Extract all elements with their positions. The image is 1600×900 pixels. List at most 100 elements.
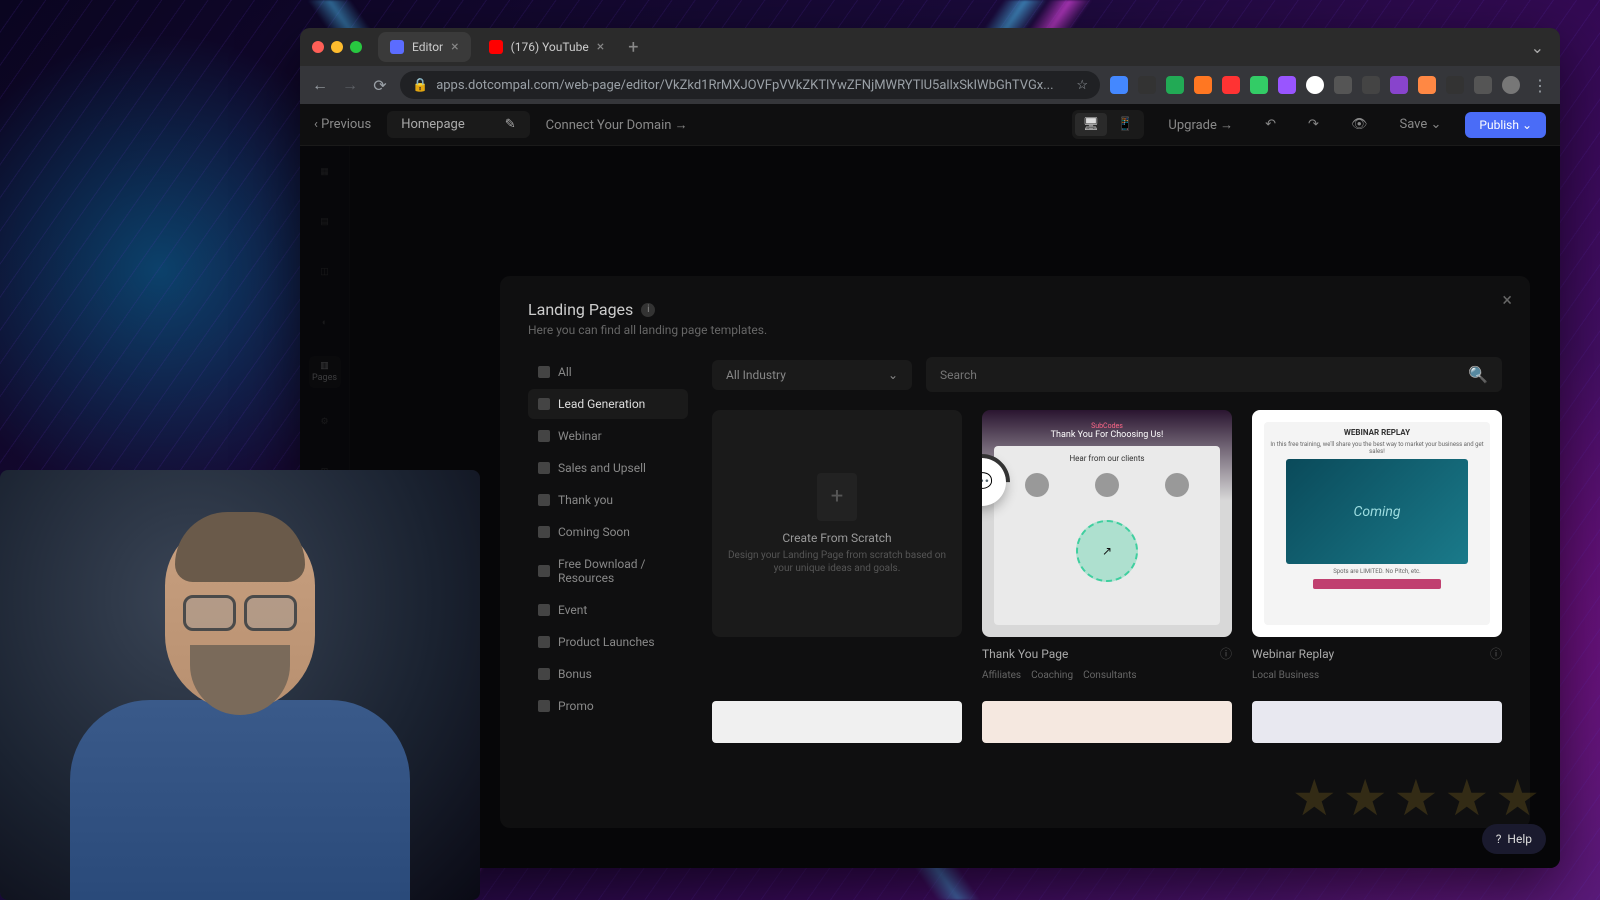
window-maximize[interactable]	[350, 41, 362, 53]
category-coming-soon[interactable]: Coming Soon	[528, 517, 688, 547]
back-icon[interactable]: ←	[310, 75, 330, 95]
category-promo[interactable]: Promo	[528, 691, 688, 721]
reload-icon[interactable]: ⟳	[370, 75, 390, 95]
star-icon[interactable]: ☆	[1076, 78, 1088, 93]
previous-button[interactable]: ‹ Previous	[314, 117, 371, 132]
mobile-view-icon[interactable]: 📱	[1109, 113, 1141, 136]
template-thumb	[982, 701, 1232, 743]
extension-icon[interactable]	[1390, 76, 1408, 94]
url-text: apps.dotcompal.com/web-page/editor/VkZkd…	[436, 78, 1053, 93]
thumb-sub: Hear from our clients	[1002, 454, 1212, 463]
category-icon	[538, 366, 550, 378]
extension-icon[interactable]	[1138, 76, 1156, 94]
upgrade-link[interactable]: Upgrade →	[1160, 113, 1241, 137]
category-icon	[538, 398, 550, 410]
edit-icon[interactable]: ✎	[505, 117, 516, 132]
extensions-menu-icon[interactable]	[1474, 76, 1492, 94]
template-content: All Industry ⌄ 🔍 Cre	[712, 357, 1502, 801]
connect-domain-link[interactable]: Connect Your Domain →	[546, 117, 688, 133]
category-sales-upsell[interactable]: Sales and Upsell	[528, 453, 688, 483]
chrome-tab-menu[interactable]: ⌄	[1523, 38, 1552, 57]
profile-avatar[interactable]	[1502, 76, 1520, 94]
page-title: Homepage	[401, 117, 465, 132]
chat-bubble-icon[interactable]: 💬	[982, 458, 1006, 506]
info-icon[interactable]: ⓘ	[1490, 645, 1502, 662]
template-card[interactable]	[1252, 701, 1502, 743]
category-free-download[interactable]: Free Download / Resources	[528, 549, 688, 593]
redo-icon[interactable]: ↷	[1300, 113, 1327, 136]
plus-document-icon	[817, 473, 857, 521]
tab-favicon	[489, 40, 503, 54]
category-event[interactable]: Event	[528, 595, 688, 625]
tag: Consultants	[1083, 670, 1137, 681]
category-icon	[538, 526, 550, 538]
template-label-row: Thank You Page ⓘ	[982, 645, 1232, 662]
tab-editor[interactable]: Editor ×	[378, 32, 471, 62]
kebab-menu-icon[interactable]: ⋮	[1530, 75, 1550, 95]
tag: Local Business	[1252, 670, 1319, 681]
category-bonus[interactable]: Bonus	[528, 659, 688, 689]
extension-icon[interactable]	[1418, 76, 1436, 94]
category-product-launches[interactable]: Product Launches	[528, 627, 688, 657]
category-icon	[538, 430, 550, 442]
publish-button[interactable]: Publish ⌄	[1465, 112, 1546, 138]
page-title-box[interactable]: Homepage ✎	[387, 111, 529, 138]
tab-close-icon[interactable]: ×	[597, 39, 604, 55]
save-button[interactable]: Save ⌄	[1391, 113, 1449, 136]
tab-close-icon[interactable]: ×	[451, 39, 458, 55]
extension-icon[interactable]	[1278, 76, 1296, 94]
tag: Affiliates	[982, 670, 1021, 681]
search-input[interactable]	[940, 368, 1460, 382]
extension-icon[interactable]	[1222, 76, 1240, 94]
template-card-webinar-replay[interactable]: WEBINAR REPLAY In this free training, we…	[1252, 410, 1502, 681]
template-card-scratch[interactable]: Create From Scratch Design your Landing …	[712, 410, 962, 681]
undo-icon[interactable]: ↶	[1257, 113, 1284, 136]
extension-icon[interactable]	[1334, 76, 1352, 94]
industry-select[interactable]: All Industry ⌄	[712, 360, 912, 390]
template-card[interactable]	[982, 701, 1232, 743]
scratch-desc: Design your Landing Page from scratch ba…	[724, 549, 950, 575]
new-tab-button[interactable]: +	[622, 37, 644, 58]
category-icon	[538, 565, 550, 577]
category-icon	[538, 494, 550, 506]
tab-strip: Editor × (176) YouTube × + ⌄	[300, 28, 1560, 66]
close-icon[interactable]: ×	[1502, 290, 1512, 311]
extension-icon[interactable]	[1166, 76, 1184, 94]
modal-subtitle: Here you can find all landing page templ…	[528, 323, 1502, 337]
extension-icon[interactable]	[1194, 76, 1212, 94]
presenter	[70, 520, 410, 900]
category-icon	[538, 604, 550, 616]
extension-icon[interactable]	[1250, 76, 1268, 94]
tab-favicon	[390, 40, 404, 54]
extension-icon[interactable]	[1110, 76, 1128, 94]
template-label-row: Webinar Replay ⓘ	[1252, 645, 1502, 662]
lock-icon: 🔒	[412, 78, 428, 93]
click-indicator	[1076, 520, 1138, 582]
preview-icon[interactable]: 👁	[1343, 113, 1376, 136]
forward-icon[interactable]: →	[340, 75, 360, 95]
url-input[interactable]: 🔒 apps.dotcompal.com/web-page/editor/VkZ…	[400, 71, 1100, 99]
window-minimize[interactable]	[331, 41, 343, 53]
avatar	[1025, 473, 1049, 497]
help-icon: ?	[1496, 832, 1502, 846]
desktop-view-icon[interactable]: 🖥	[1075, 113, 1108, 136]
template-title: Thank You Page	[982, 647, 1068, 661]
extension-icon[interactable]	[1306, 76, 1324, 94]
extension-icon[interactable]	[1362, 76, 1380, 94]
category-webinar[interactable]: Webinar	[528, 421, 688, 451]
landing-pages-modal: × Landing Pages i Here you can find all …	[500, 276, 1530, 828]
template-card-thank-you[interactable]: SubCodes Thank You For Choosing Us! Hear…	[982, 410, 1232, 681]
extension-icon[interactable]	[1446, 76, 1464, 94]
category-thank-you[interactable]: Thank you	[528, 485, 688, 515]
info-icon[interactable]: i	[641, 303, 655, 317]
category-icon	[538, 700, 550, 712]
template-card[interactable]	[712, 701, 962, 743]
tab-youtube[interactable]: (176) YouTube ×	[477, 32, 617, 62]
help-button[interactable]: ? Help	[1482, 824, 1546, 854]
search-icon[interactable]: 🔍	[1468, 365, 1488, 384]
category-all[interactable]: All	[528, 357, 688, 387]
category-lead-generation[interactable]: Lead Generation	[528, 389, 688, 419]
info-icon[interactable]: ⓘ	[1220, 645, 1232, 662]
window-close[interactable]	[312, 41, 324, 53]
thumb-avatars	[1002, 473, 1212, 497]
